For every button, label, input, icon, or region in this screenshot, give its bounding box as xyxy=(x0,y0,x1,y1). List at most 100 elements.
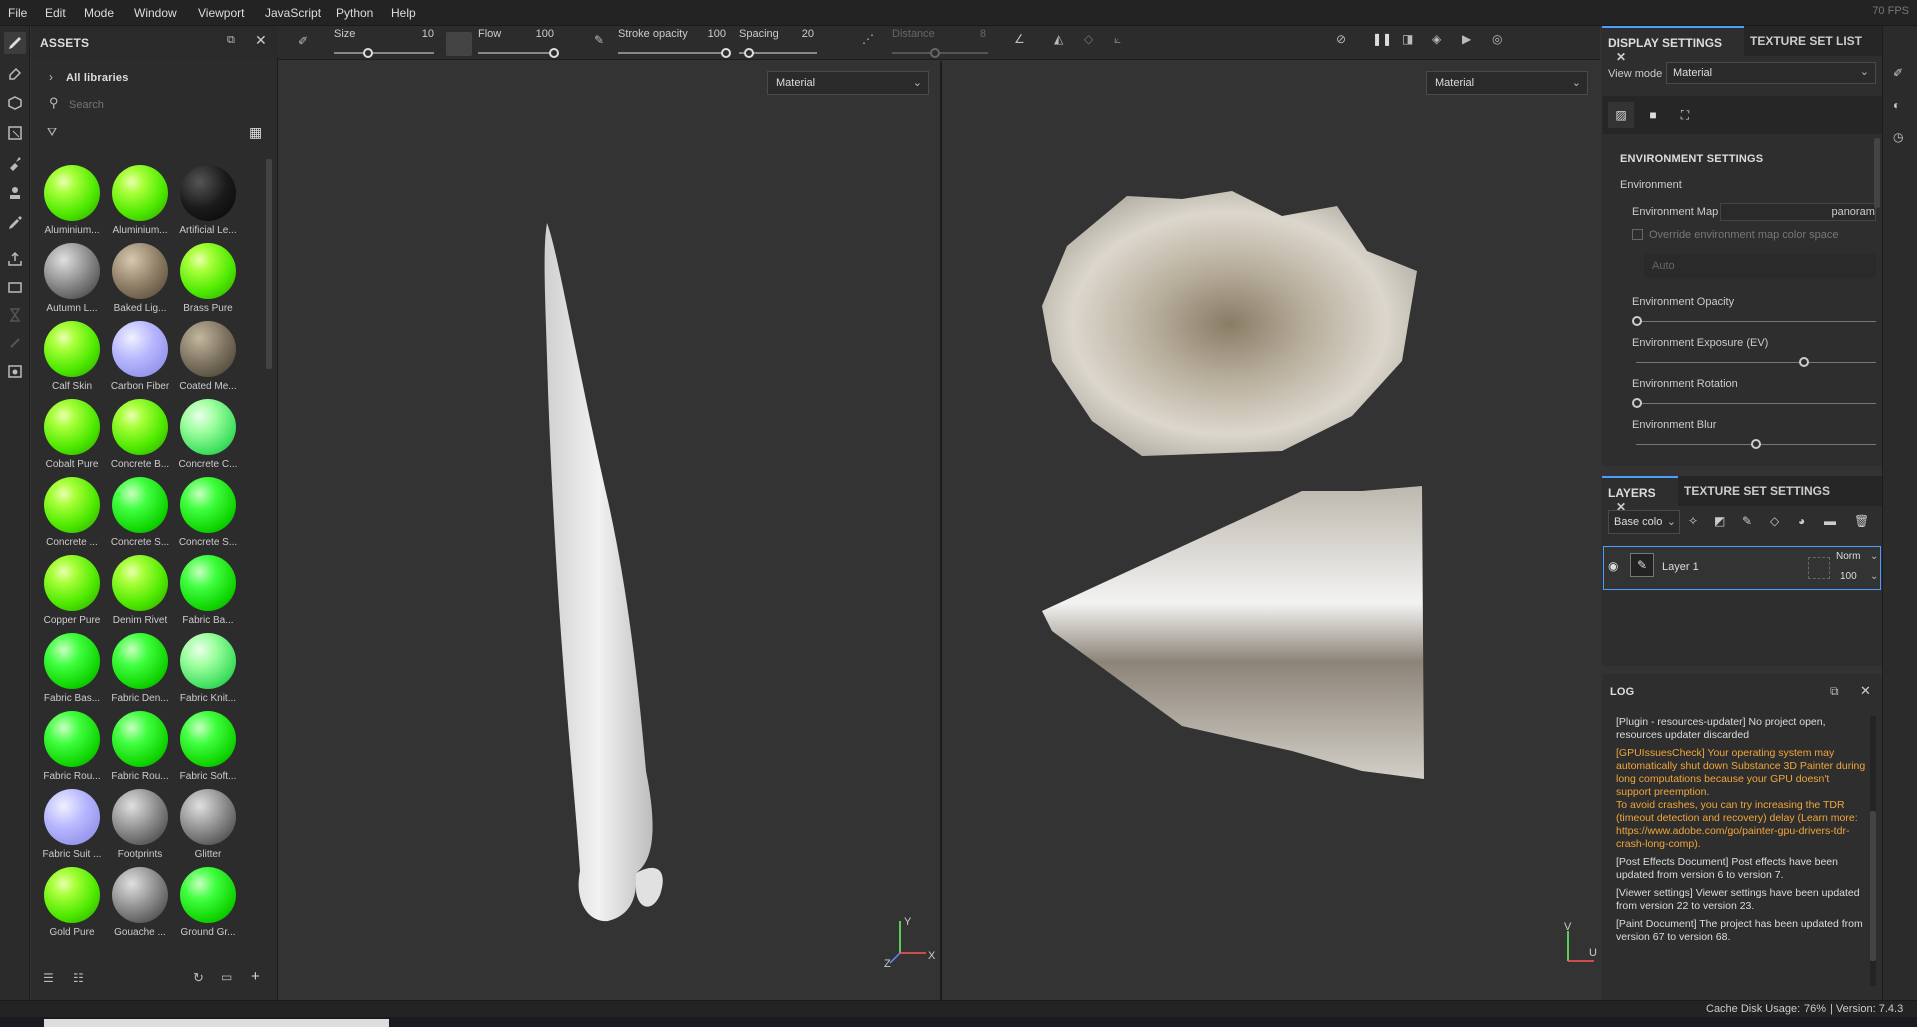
size-slider[interactable] xyxy=(334,52,434,54)
undock-icon[interactable]: ⧉ xyxy=(1830,684,1839,699)
pause-icon[interactable]: ❚❚ xyxy=(1372,32,1392,46)
stroke-opacity-value[interactable]: 100 xyxy=(690,28,726,40)
env-rotation-slider[interactable] xyxy=(1636,403,1876,404)
flow-slider-handle[interactable] xyxy=(549,48,559,58)
environment-tab-icon[interactable]: ▨ xyxy=(1608,102,1634,128)
globe-icon[interactable]: ◐ xyxy=(1893,98,1900,112)
filter-icon[interactable]: ⛛ xyxy=(47,125,57,140)
camera-snapshot-icon[interactable] xyxy=(4,360,26,382)
polygon-fill-tool-icon[interactable] xyxy=(4,122,26,144)
smudge-tool-icon[interactable] xyxy=(4,152,26,174)
layer-row[interactable]: ◉ ✎ Layer 1 Norm ⌄ 100 ⌄ xyxy=(1603,546,1881,590)
asset-thumbnail[interactable]: Gold Pure xyxy=(42,867,102,942)
log-scrollbar-track[interactable] xyxy=(1870,716,1876,986)
clone-tool-icon[interactable] xyxy=(4,182,26,204)
split-view-icon[interactable]: ◨ xyxy=(1402,32,1413,46)
spacing-handle[interactable] xyxy=(744,48,754,58)
layer-opacity[interactable]: 100 xyxy=(1840,571,1857,582)
smart-material-icon[interactable]: ◕ xyxy=(1798,514,1805,528)
list-view-icon[interactable]: ☰ xyxy=(43,971,54,985)
asset-thumbnail[interactable]: Concrete B... xyxy=(110,399,170,474)
taskbar-window[interactable] xyxy=(44,1019,389,1027)
env-opacity-handle[interactable] xyxy=(1632,316,1642,326)
menu-file[interactable]: File xyxy=(8,6,27,20)
folder-icon[interactable]: ▭ xyxy=(221,970,232,984)
asset-thumbnail[interactable]: Aluminium... xyxy=(110,165,170,240)
projection-tool-icon[interactable] xyxy=(4,92,26,114)
menu-edit[interactable]: Edit xyxy=(45,6,66,20)
angle-icon[interactable]: ∠ xyxy=(1014,32,1025,46)
brush-settings-icon[interactable]: ✐ xyxy=(1893,66,1903,80)
screenshot-icon[interactable]: ◎ xyxy=(1492,32,1502,46)
close-icon[interactable]: ✕ xyxy=(255,32,267,49)
viewport-3d-mode-dropdown[interactable]: Material ⌄ xyxy=(767,71,929,95)
viewport-2d[interactable]: Material ⌄ V U xyxy=(942,61,1600,1000)
asset-thumbnail[interactable]: Fabric Rou... xyxy=(42,711,102,786)
search-input[interactable] xyxy=(69,96,269,114)
asset-thumbnail[interactable]: Fabric Ba... xyxy=(178,555,238,630)
size-slider-handle[interactable] xyxy=(363,48,373,58)
add-paint-layer-icon[interactable]: ✎ xyxy=(1742,514,1752,528)
stroke-opacity-slider[interactable] xyxy=(618,52,728,54)
viewer-settings-icon[interactable]: ⛶ xyxy=(1672,102,1698,128)
grid-view-icon[interactable]: ▦ xyxy=(249,124,262,141)
asset-thumbnail[interactable]: Gouache ... xyxy=(110,867,170,942)
pen-icon[interactable]: ✎ xyxy=(594,33,604,47)
size-value[interactable]: 10 xyxy=(398,28,434,40)
chevron-right-icon[interactable]: › xyxy=(49,70,53,84)
menu-python[interactable]: Python xyxy=(336,6,373,20)
asset-thumbnail[interactable]: Brass Pure xyxy=(178,243,238,318)
lazy-mouse-icon[interactable]: ⋰ xyxy=(862,32,874,46)
camera-icon[interactable]: ▶ xyxy=(1462,32,1471,46)
3d-view-icon[interactable]: ◈ xyxy=(1432,32,1441,46)
hide-icon[interactable]: ⊘ xyxy=(1336,32,1346,46)
asset-thumbnail[interactable]: Fabric Knit... xyxy=(178,633,238,708)
asset-thumbnail[interactable]: Fabric Rou... xyxy=(110,711,170,786)
asset-thumbnail[interactable]: Fabric Suit ... xyxy=(42,789,102,864)
menu-window[interactable]: Window xyxy=(134,6,177,20)
asset-thumbnail[interactable]: Footprints xyxy=(110,789,170,864)
symmetry-icon[interactable]: ◭ xyxy=(1054,32,1063,46)
env-blur-handle[interactable] xyxy=(1751,439,1761,449)
asset-thumbnail[interactable]: Concrete S... xyxy=(110,477,170,552)
bake-icon[interactable] xyxy=(4,276,26,298)
history-icon[interactable]: ◷ xyxy=(1893,130,1903,144)
undock-icon[interactable]: ⧉ xyxy=(227,34,235,47)
override-color-space-checkbox[interactable] xyxy=(1632,229,1643,240)
mask-slot[interactable] xyxy=(1808,557,1830,579)
add-folder-icon[interactable]: ▬ xyxy=(1824,514,1836,528)
asset-thumbnail[interactable]: Fabric Den... xyxy=(110,633,170,708)
log-scrollbar-thumb[interactable] xyxy=(1870,811,1876,961)
asset-thumbnail[interactable]: Denim Rivet xyxy=(110,555,170,630)
asset-thumbnail[interactable]: Calf Skin xyxy=(42,321,102,396)
brush-preset-icon[interactable]: ✐ xyxy=(298,34,308,48)
add-fill-layer-icon[interactable]: ◇ xyxy=(1770,514,1779,528)
flow-value[interactable]: 100 xyxy=(518,28,554,40)
menu-help[interactable]: Help xyxy=(391,6,416,20)
delete-layer-icon[interactable]: 🗑 xyxy=(1854,514,1869,528)
tab-layers[interactable]: LAYERS ✕ xyxy=(1602,476,1678,514)
asset-thumbnail[interactable]: Concrete ... xyxy=(42,477,102,552)
menu-viewport[interactable]: Viewport xyxy=(198,6,244,20)
env-exposure-slider[interactable] xyxy=(1636,362,1876,363)
asset-thumbnail[interactable]: Fabric Soft... xyxy=(178,711,238,786)
tab-texture-set-settings[interactable]: TEXTURE SET SETTINGS xyxy=(1678,476,1882,506)
camera-settings-icon[interactable]: ■ xyxy=(1640,102,1666,128)
symmetry-off-icon[interactable]: ◇ xyxy=(1084,32,1093,46)
asset-thumbnail[interactable]: Glitter xyxy=(178,789,238,864)
view-mode-dropdown[interactable]: Material ⌄ xyxy=(1666,62,1876,84)
assets-scrollbar[interactable] xyxy=(266,159,272,369)
asset-thumbnail[interactable]: Concrete S... xyxy=(178,477,238,552)
asset-thumbnail[interactable]: Carbon Fiber xyxy=(110,321,170,396)
asset-thumbnail[interactable]: Ground Gr... xyxy=(178,867,238,942)
menu-mode[interactable]: Mode xyxy=(84,6,114,20)
viewport-2d-mode-dropdown[interactable]: Material ⌄ xyxy=(1426,71,1588,95)
transform-icon[interactable]: ⟀ xyxy=(1114,32,1121,47)
env-rotation-handle[interactable] xyxy=(1632,398,1642,408)
tab-display-settings[interactable]: DISPLAY SETTINGS ✕ xyxy=(1602,26,1744,64)
visibility-eye-icon[interactable]: ◉ xyxy=(1608,559,1618,573)
asset-thumbnail[interactable]: Cobalt Pure xyxy=(42,399,102,474)
tab-texture-set-list[interactable]: TEXTURE SET LIST xyxy=(1744,26,1882,56)
brush-tool-icon[interactable] xyxy=(4,32,26,54)
spacing-value[interactable]: 20 xyxy=(778,28,814,40)
